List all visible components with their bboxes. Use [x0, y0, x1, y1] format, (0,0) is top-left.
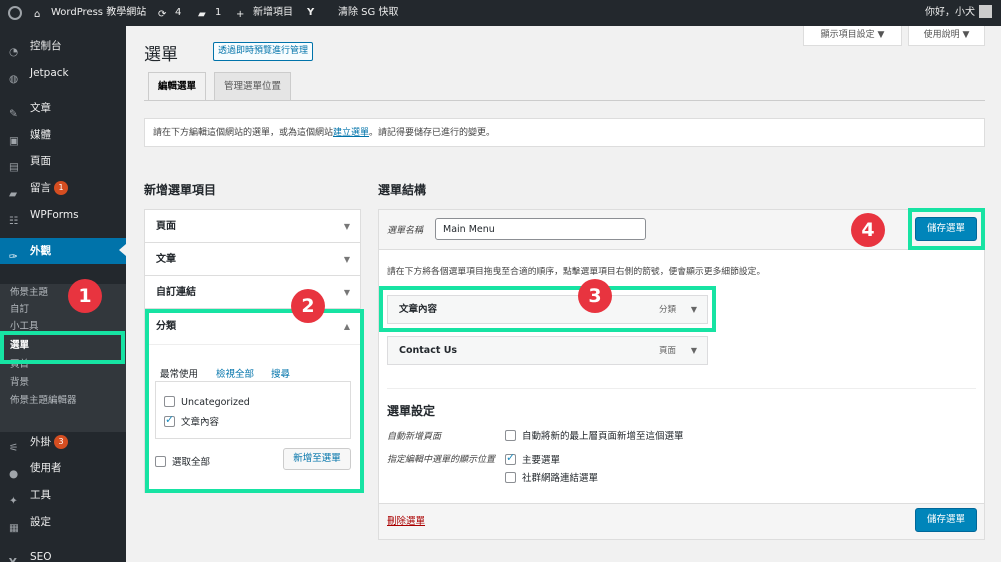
- sidebar-item-comments[interactable]: ▰ 留言 1: [0, 176, 126, 200]
- accordion-pages[interactable]: 頁面 ▼: [144, 209, 361, 243]
- location-label: 指定編輯中選單的顯示位置: [387, 455, 496, 465]
- media-icon: ▣: [9, 135, 19, 147]
- plus-icon: +: [236, 9, 245, 20]
- tab-manage-locations[interactable]: 管理選單位置: [214, 72, 292, 100]
- home-icon: ⌂: [34, 9, 41, 20]
- accordion-custom-links[interactable]: 自訂連結 ▼: [144, 275, 361, 309]
- submenu-customize[interactable]: 自訂: [10, 301, 29, 319]
- highlight-menu-item: [379, 286, 716, 332]
- pin-icon: ✎: [9, 108, 18, 120]
- annotation-marker-4: 4: [851, 213, 885, 247]
- menu-name-label: 選單名稱: [387, 226, 424, 236]
- current-menu-arrow: [119, 244, 126, 256]
- comments-link[interactable]: ▰ 1: [198, 0, 221, 26]
- page-title: 選單: [144, 45, 178, 65]
- checkbox[interactable]: [505, 430, 516, 441]
- tab-edit-menus[interactable]: 編輯選單: [148, 72, 207, 101]
- wrench-icon: ✦: [9, 495, 18, 507]
- yoast-icon: Y: [9, 551, 20, 562]
- location-primary-checkbox[interactable]: 主要選單: [505, 451, 560, 466]
- sidebar-item-settings[interactable]: ▦ 設定: [0, 510, 126, 534]
- caret-down-icon: ▼: [343, 255, 350, 264]
- live-preview-button[interactable]: 透過即時預覽進行管理: [213, 42, 314, 61]
- account-menu[interactable]: 你好，小犬: [925, 0, 992, 26]
- delete-menu-link[interactable]: 刪除選單: [387, 513, 425, 527]
- settings-icon: ▦: [9, 522, 19, 534]
- submenu-themes[interactable]: 佈景主題: [10, 284, 48, 302]
- caret-down-icon: ▼: [343, 222, 350, 231]
- plugin-icon: ⚟: [9, 442, 19, 454]
- annotation-marker-1: 1: [68, 279, 102, 313]
- site-name-link[interactable]: ⌂ WordPress 教學網站: [34, 0, 146, 26]
- admin-bar: ⌂ WordPress 教學網站 ⟳ 4 ▰ 1 + 新增項目 Y 清除 SG 快取 你…: [0, 0, 1001, 26]
- clear-cache-link[interactable]: 清除 SG 快取: [338, 0, 398, 26]
- caret-down-icon[interactable]: ▼: [691, 337, 697, 365]
- sidebar-item-users[interactable]: ● 使用者: [0, 456, 126, 480]
- forms-icon: ☷: [9, 215, 19, 227]
- checkbox[interactable]: [505, 472, 516, 483]
- avatar: [979, 5, 992, 18]
- sidebar-item-tools[interactable]: ✦ 工具: [0, 483, 126, 507]
- location-social-checkbox[interactable]: 社群網路連結選單: [505, 470, 598, 484]
- comment-icon: ▰: [9, 188, 18, 200]
- save-menu-button-bottom[interactable]: 儲存選單: [915, 508, 977, 532]
- comment-icon: ▰: [198, 9, 206, 20]
- menu-name-input[interactable]: [435, 218, 646, 240]
- menu-footer-bar: [379, 503, 984, 539]
- sidebar-item-seo[interactable]: YSEO: [0, 545, 126, 562]
- sidebar-item-posts[interactable]: ✎ 文章: [0, 96, 126, 120]
- jetpack-icon: ◍: [9, 73, 19, 85]
- annotation-marker-3: 3: [578, 279, 612, 313]
- help-button[interactable]: 使用說明 ▼: [908, 26, 985, 46]
- add-items-heading: 新增選單項目: [144, 183, 217, 197]
- annotation-marker-2: 2: [291, 289, 325, 323]
- plugins-badge: 3: [54, 435, 68, 449]
- create-menu-link[interactable]: 建立選單: [333, 128, 369, 138]
- screen-options-button[interactable]: 顯示項目設定 ▼: [803, 26, 902, 46]
- sidebar-item-dashboard[interactable]: ◔ 控制台: [0, 34, 126, 58]
- sidebar-item-jetpack[interactable]: ◍ Jetpack: [0, 61, 126, 85]
- menu-settings-heading: 選單設定: [387, 404, 436, 418]
- menu-structure-heading: 選單結構: [378, 183, 427, 197]
- new-content-link[interactable]: + 新增項目: [236, 0, 293, 26]
- tab-divider: [144, 100, 985, 101]
- auto-add-checkbox[interactable]: 自動將新的最上層頁面新增至這個選單: [505, 428, 684, 442]
- user-icon: ●: [9, 468, 19, 480]
- caret-down-icon: ▼: [343, 288, 350, 297]
- divider: [387, 388, 976, 389]
- accordion-posts[interactable]: 文章 ▼: [144, 242, 361, 276]
- sidebar-item-media[interactable]: ▣ 媒體: [0, 123, 126, 147]
- auto-add-label: 自動新增頁面: [387, 432, 442, 442]
- menu-item-contact-us[interactable]: Contact Us 頁面 ▼: [387, 336, 708, 365]
- yoast-icon[interactable]: Y: [307, 0, 314, 26]
- submenu-background[interactable]: 背景: [10, 374, 29, 392]
- sidebar-item-wpforms[interactable]: ☷ WPForms: [0, 203, 126, 227]
- checkbox-checked[interactable]: [505, 451, 516, 465]
- refresh-icon: ⟳: [158, 9, 167, 20]
- sidebar-item-plugins[interactable]: ⚟ 外掛 3: [0, 430, 126, 454]
- admin-sidebar: ◔ 控制台 ◍ Jetpack ✎ 文章 ▣ 媒體 ▤ 頁面 ▰ 留言 1 ☷ WPForms …: [0, 26, 126, 562]
- structure-instructions: 請在下方將各個選單項目拖曳至合適的順序，點擊選單項目右側的箭號，便會顯示更多細節…: [387, 267, 766, 277]
- menu-editor-panel: [378, 209, 985, 540]
- page-icon: ▤: [9, 161, 19, 173]
- brush-icon: ✑: [9, 251, 18, 263]
- dashboard-icon: ◔: [9, 46, 19, 58]
- highlight-save-button: [908, 208, 985, 250]
- submenu-theme-editor[interactable]: 佈景主題編輯器: [10, 392, 77, 410]
- comments-badge: 1: [54, 181, 68, 195]
- wordpress-logo-icon[interactable]: [8, 6, 22, 20]
- highlight-menus-item: [0, 331, 125, 364]
- highlight-categories-box: [145, 309, 364, 493]
- sidebar-item-pages[interactable]: ▤ 頁面: [0, 149, 126, 173]
- sidebar-item-appearance[interactable]: ✑ 外觀: [0, 238, 126, 264]
- updates-link[interactable]: ⟳ 4: [158, 0, 181, 26]
- instructions-notice: 請在下方編輯這個網站的選單，或為這個網站建立選單。請記得要儲存已進行的變更。: [144, 118, 985, 147]
